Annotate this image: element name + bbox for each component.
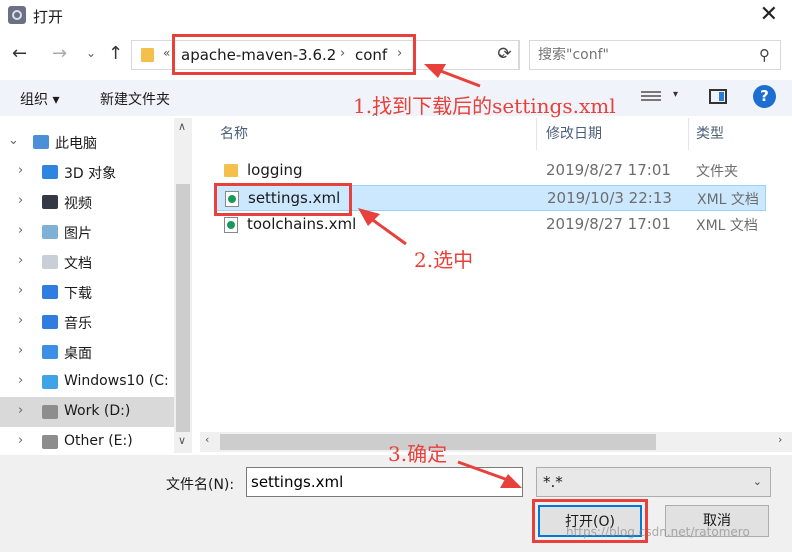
- annotation-arrows: [358, 64, 522, 488]
- arrowhead-step3: [500, 474, 522, 488]
- arrow-step2: [369, 216, 407, 246]
- arrow-step3: [457, 460, 509, 482]
- arrow-step1: [437, 68, 481, 88]
